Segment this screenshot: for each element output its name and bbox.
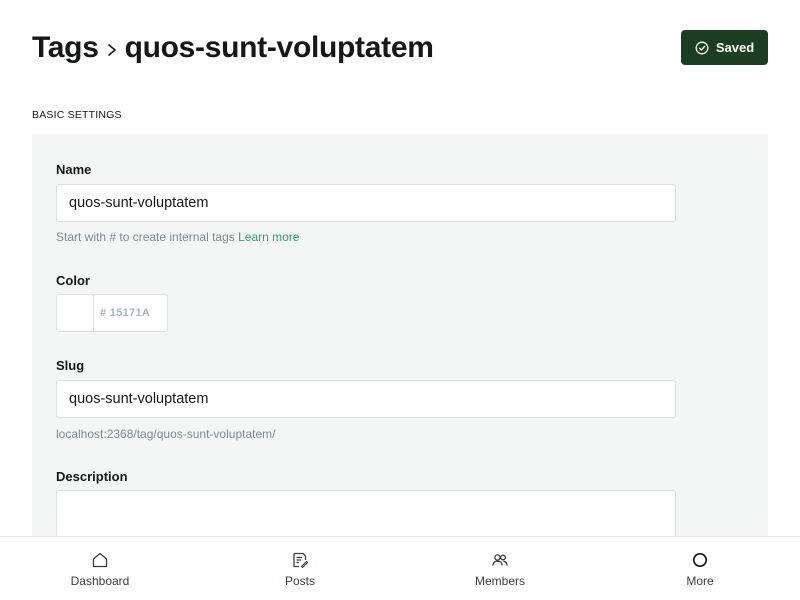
page-title: Tags quos-sunt-voluptatem bbox=[32, 28, 434, 68]
nav-more[interactable]: More bbox=[600, 537, 800, 600]
nav-label: Posts bbox=[284, 574, 315, 588]
nav-posts[interactable]: Posts bbox=[200, 537, 400, 600]
page-header: Tags quos-sunt-voluptatem Saved bbox=[32, 28, 768, 68]
name-hint: Start with # to create internal tags Lea… bbox=[56, 230, 299, 244]
posts-icon bbox=[291, 551, 309, 569]
saved-button[interactable]: Saved bbox=[681, 30, 768, 65]
members-icon bbox=[491, 551, 509, 569]
breadcrumb-tags-link[interactable]: Tags bbox=[32, 28, 99, 68]
description-label: Description bbox=[56, 469, 128, 484]
breadcrumb-current: quos-sunt-voluptatem bbox=[124, 31, 434, 64]
color-label: Color bbox=[56, 273, 90, 288]
check-circle-icon bbox=[695, 41, 709, 55]
bottom-navigation: Dashboard Posts Members More bbox=[0, 536, 800, 600]
nav-label: Dashboard bbox=[70, 574, 130, 588]
basic-settings-panel: Name quos-sunt-voluptatem Start with # t… bbox=[32, 134, 768, 570]
slug-label: Slug bbox=[56, 358, 85, 373]
name-label: Name bbox=[56, 162, 92, 177]
slug-input[interactable]: quos-sunt-voluptatem bbox=[56, 380, 676, 418]
nav-label: Members bbox=[474, 574, 525, 588]
chevron-right-icon bbox=[105, 42, 119, 58]
color-picker[interactable]: # 15171A bbox=[56, 294, 168, 332]
color-hex-input[interactable]: # 15171A bbox=[94, 295, 167, 331]
slug-url-preview: localhost:2368/tag/quos-sunt-voluptatem/ bbox=[56, 427, 276, 441]
name-input[interactable]: quos-sunt-voluptatem bbox=[56, 184, 676, 222]
section-heading: BASIC SETTINGS bbox=[32, 109, 122, 121]
tag-settings-page: Tags quos-sunt-voluptatem Saved BASIC SE… bbox=[0, 0, 800, 600]
name-hint-text: Start with # to create internal tags bbox=[56, 230, 235, 244]
color-swatch[interactable] bbox=[57, 295, 94, 331]
nav-members[interactable]: Members bbox=[400, 537, 600, 600]
nav-label: More bbox=[686, 574, 714, 588]
more-circle-icon bbox=[691, 551, 709, 569]
saved-button-label: Saved bbox=[715, 40, 755, 55]
nav-dashboard[interactable]: Dashboard bbox=[0, 537, 200, 600]
learn-more-link[interactable]: Learn more bbox=[238, 230, 299, 244]
home-icon bbox=[91, 551, 109, 569]
